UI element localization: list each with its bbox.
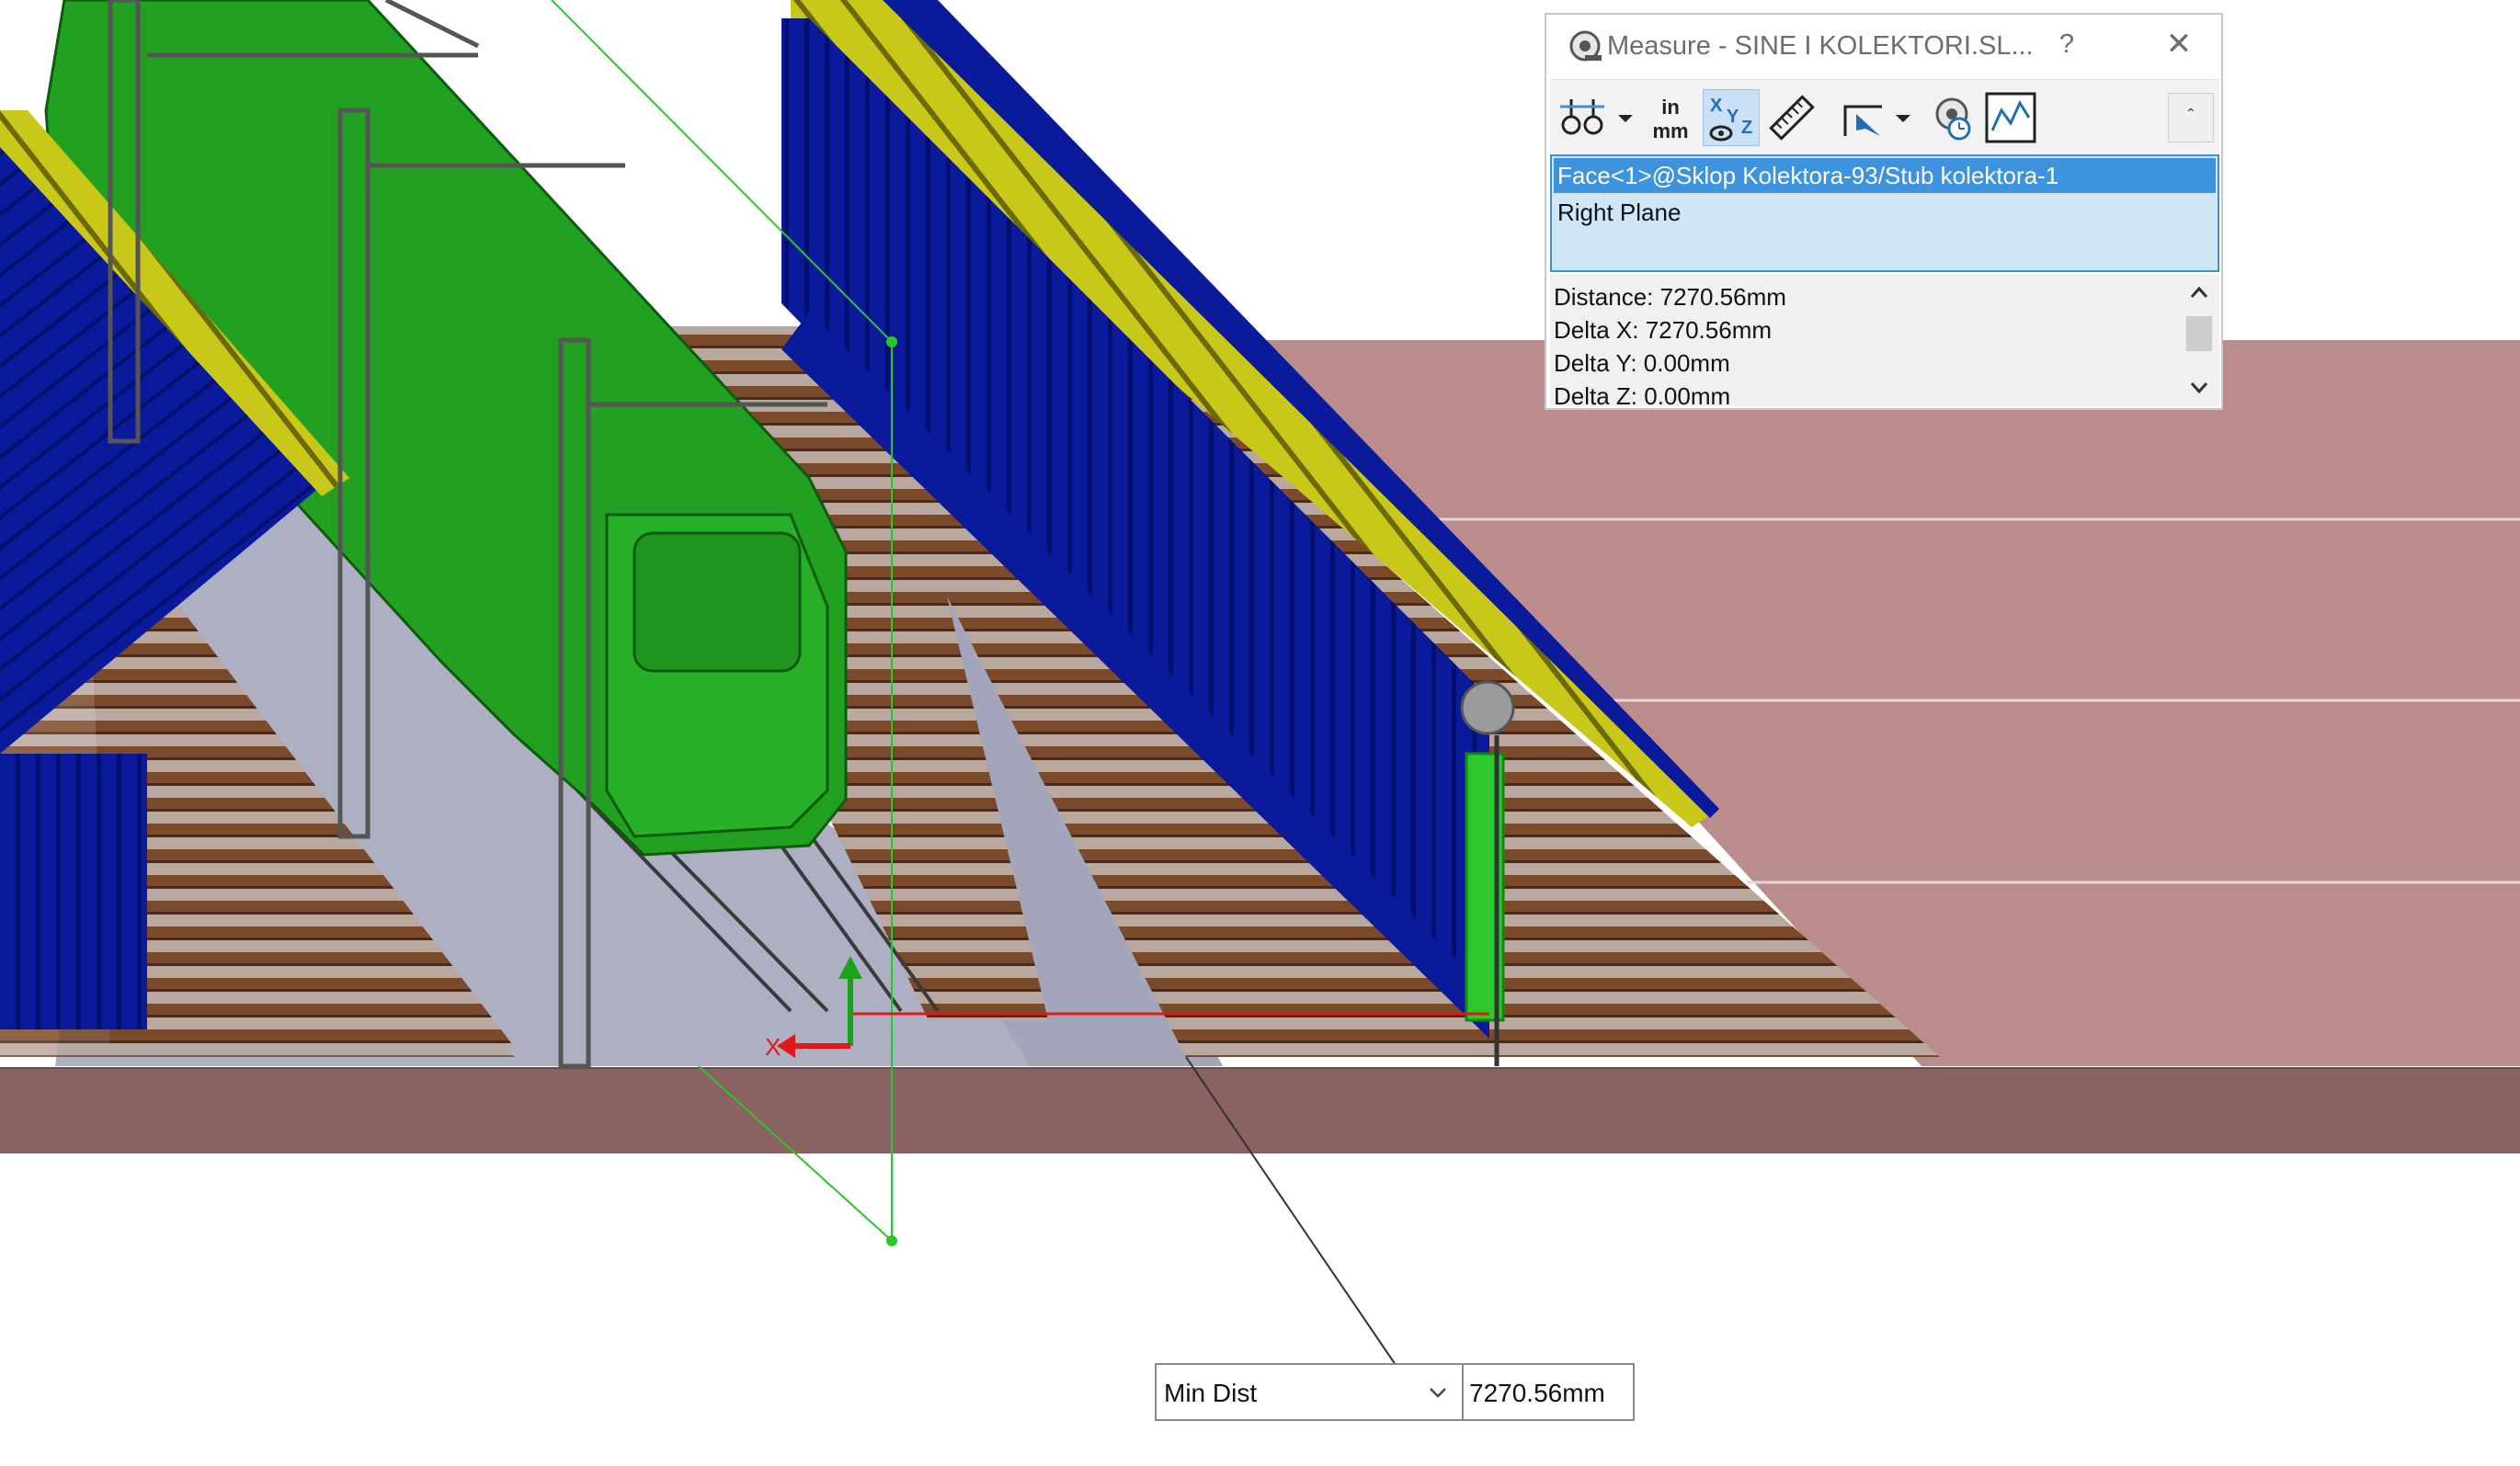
arc-circle-options-button[interactable]	[1554, 89, 1611, 146]
arc-options-dropdown-icon[interactable]	[1614, 111, 1636, 126]
selection-item[interactable]: Face<1>@Sklop Kolektora-93/Stub kolektor…	[1554, 158, 2216, 193]
svg-text:X: X	[1710, 96, 1723, 116]
point-to-point-icon	[1769, 95, 1815, 141]
selection-item[interactable]: Right Plane	[1554, 195, 2216, 230]
units-precision-icon: in mm	[1652, 96, 1688, 142]
units-precision-button[interactable]: in mm	[1642, 89, 1699, 146]
results-scrollbar[interactable]	[2181, 274, 2218, 406]
measure-titlebar[interactable]: Measure - SINE I KOLEKTORI.SL... ? ✕	[1546, 15, 2221, 79]
distance-value: 7270.56mm	[1469, 1379, 1605, 1407]
create-sensor-button[interactable]	[1982, 89, 2039, 146]
units-label-in: in	[1661, 96, 1680, 119]
svg-text:Y: Y	[1727, 107, 1739, 127]
measure-history-icon	[1935, 97, 1971, 141]
units-label-mm: mm	[1652, 119, 1688, 142]
scroll-up-icon[interactable]	[2188, 283, 2210, 301]
collapse-dialog-button[interactable]: ˆ	[2168, 93, 2214, 142]
measure-history-button[interactable]	[1921, 89, 1978, 146]
triad-x-label: X	[765, 1033, 781, 1061]
result-delta-z: Delta Z: 0.00mm	[1554, 382, 1731, 410]
show-xyz-button[interactable]: X Y Z	[1703, 89, 1760, 146]
measure-toolbar: in mm X Y Z ˆ	[1550, 79, 2219, 155]
measure-tape-icon	[1569, 30, 1602, 62]
measure-results: Distance: 7270.56mm Delta X: 7270.56mm D…	[1550, 274, 2219, 410]
result-delta-x: Delta X: 7270.56mm	[1554, 316, 1773, 344]
distance-callout: Min Dist 7270.56mm	[1155, 1363, 1635, 1421]
measure-dialog[interactable]: Measure - SINE I KOLEKTORI.SL... ? ✕ in …	[1545, 13, 2223, 410]
projection-on-icon	[1843, 105, 1882, 136]
chevron-down-icon[interactable]	[1427, 1381, 1449, 1403]
show-xyz-icon: X Y Z	[1709, 96, 1752, 142]
arc-circle-options-icon	[1560, 99, 1604, 135]
result-distance: Distance: 7270.56mm	[1554, 283, 1786, 311]
result-delta-y: Delta Y: 0.00mm	[1554, 349, 1730, 377]
distance-mode-select[interactable]: Min Dist	[1157, 1365, 1464, 1419]
distance-mode-label: Min Dist	[1164, 1379, 1258, 1407]
projection-dropdown-icon[interactable]	[1892, 111, 1914, 126]
point-to-point-button[interactable]	[1763, 89, 1820, 146]
selection-list[interactable]: Face<1>@Sklop Kolektora-93/Stub kolektor…	[1550, 154, 2219, 272]
scroll-thumb[interactable]	[2186, 316, 2212, 351]
measure-dialog-title: Measure - SINE I KOLEKTORI.SL...	[1607, 31, 2034, 61]
svg-text:Z: Z	[1741, 118, 1752, 138]
close-button[interactable]: ✕	[2161, 26, 2197, 63]
scroll-down-icon[interactable]	[2188, 379, 2210, 397]
help-button[interactable]: ?	[2050, 29, 2083, 60]
create-sensor-icon	[1985, 92, 2036, 143]
projection-on-button[interactable]	[1835, 89, 1892, 146]
